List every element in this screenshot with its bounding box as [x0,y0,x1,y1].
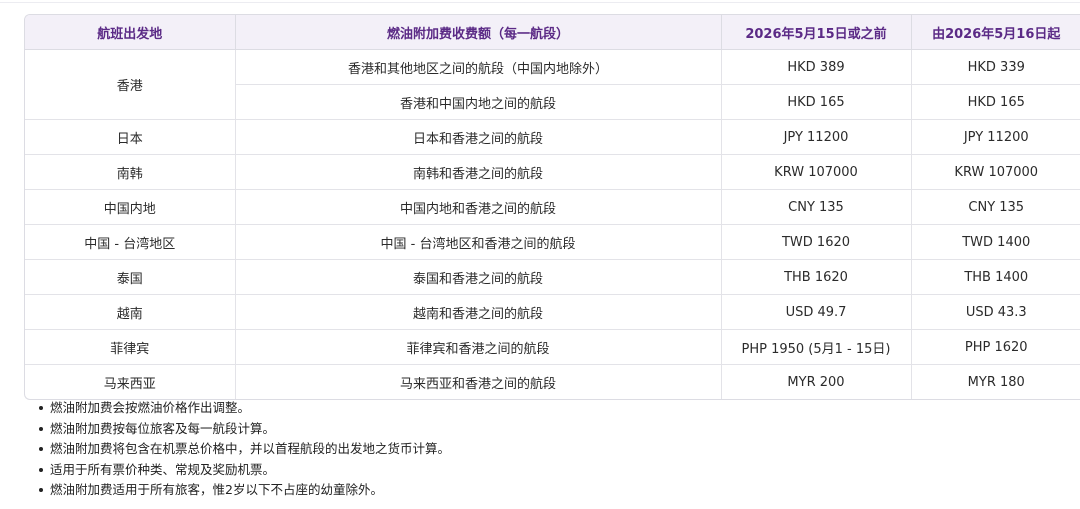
origin-cell: 中国 - 台湾地区 [25,224,236,260]
segment-cell: 香港和其他地区之间的航段（中国内地除外） [235,49,722,85]
segment-cell: 中国 - 台湾地区和香港之间的航段 [235,224,722,260]
origin-cell: 菲律宾 [25,329,236,365]
table-row: 香港 香港和其他地区之间的航段（中国内地除外） HKD 389 HKD 339 [25,49,1080,120]
segment-cell: 越南和香港之间的航段 [235,294,722,330]
fuel-surcharge-table: 航班出发地 燃油附加费收费额（每一航段） 2026年5月15日或之前 由2026… [25,15,1080,399]
after-cell: HKD 339 [911,49,1080,85]
origin-cell: 日本 [25,119,236,155]
table-row: 南韩 南韩和香港之间的航段 KRW 107000 KRW 107000 [25,154,1080,190]
note-item: 燃油附加费将包含在机票总价格中，并以首程航段的出发地之货币计算。 [38,439,450,460]
note-item: 燃油附加费会按燃油价格作出调整。 [38,398,450,419]
after-cell: USD 43.3 [911,294,1080,330]
segment-cell: 菲律宾和香港之间的航段 [235,329,722,365]
header-origin: 航班出发地 [25,15,236,50]
origin-cell: 南韩 [25,154,236,190]
table-header-row: 航班出发地 燃油附加费收费额（每一航段） 2026年5月15日或之前 由2026… [25,15,1080,50]
before-cell: KRW 107000 [721,154,912,190]
after-cell: MYR 180 [967,374,1025,390]
table-row: 马来西亚 马来西亚和香港之间的航段 MYR 200 MYR 180 [25,364,1080,399]
header-surcharge: 燃油附加费收费额（每一航段） [235,15,722,50]
segment-cell: 马来西亚和香港之间的航段 [235,364,722,399]
after-cell: HKD 165 [911,84,1080,120]
after-cell: TWD 1400 [911,224,1080,260]
note-item: 适用于所有票价种类、常规及奖励机票。 [38,460,450,481]
fuel-surcharge-table-container: 航班出发地 燃油附加费收费额（每一航段） 2026年5月15日或之前 由2026… [24,14,1080,400]
segment-cell: 泰国和香港之间的航段 [235,259,722,295]
origin-cell: 香港 [25,49,236,120]
table-row: 泰国 泰国和香港之间的航段 THB 1620 THB 1400 [25,259,1080,295]
before-cell: MYR 200 [721,364,912,399]
header-before-date: 2026年5月15日或之前 [721,15,912,50]
before-cell: PHP 1950 (5月1 - 15日) [721,329,912,365]
before-cell: TWD 1620 [721,224,912,260]
notes-list: 燃油附加费会按燃油价格作出调整。 燃油附加费按每位旅客及每一航段计算。 燃油附加… [24,398,450,501]
origin-cell: 泰国 [25,259,236,295]
origin-cell: 越南 [25,294,236,330]
after-cell: KRW 107000 [911,154,1080,190]
segment-cell: 南韩和香港之间的航段 [235,154,722,190]
table-row: 中国 - 台湾地区 中国 - 台湾地区和香港之间的航段 TWD 1620 TWD… [25,224,1080,260]
before-cell: JPY 11200 [721,119,912,155]
top-divider [0,2,1080,3]
header-after-date: 由2026年5月16日起 [911,15,1080,50]
note-item: 燃油附加费按每位旅客及每一航段计算。 [38,419,450,440]
table-row: 越南 越南和香港之间的航段 USD 49.7 USD 43.3 [25,294,1080,330]
table-row: 日本 日本和香港之间的航段 JPY 11200 JPY 11200 [25,119,1080,155]
before-cell: USD 49.7 [721,294,912,330]
before-cell: HKD 389 [721,49,912,85]
after-cell: JPY 11200 [911,119,1080,155]
note-item: 燃油附加费适用于所有旅客，惟2岁以下不占座的幼童除外。 [38,480,450,501]
segment-cell: 日本和香港之间的航段 [235,119,722,155]
before-cell: THB 1620 [721,259,912,295]
origin-cell: 中国内地 [25,189,236,225]
segment-cell: 中国内地和香港之间的航段 [235,189,722,225]
segment-cell: 香港和中国内地之间的航段 [235,84,722,120]
after-cell: CNY 135 [911,189,1080,225]
origin-cell: 马来西亚 [25,364,236,399]
table-row: 菲律宾 菲律宾和香港之间的航段 PHP 1950 (5月1 - 15日) PHP… [25,329,1080,365]
before-cell: HKD 165 [721,84,912,120]
after-cell: PHP 1620 [911,329,1080,365]
after-cell: THB 1400 [911,259,1080,295]
table-row: 中国内地 中国内地和香港之间的航段 CNY 135 CNY 135 [25,189,1080,225]
before-cell: CNY 135 [721,189,912,225]
